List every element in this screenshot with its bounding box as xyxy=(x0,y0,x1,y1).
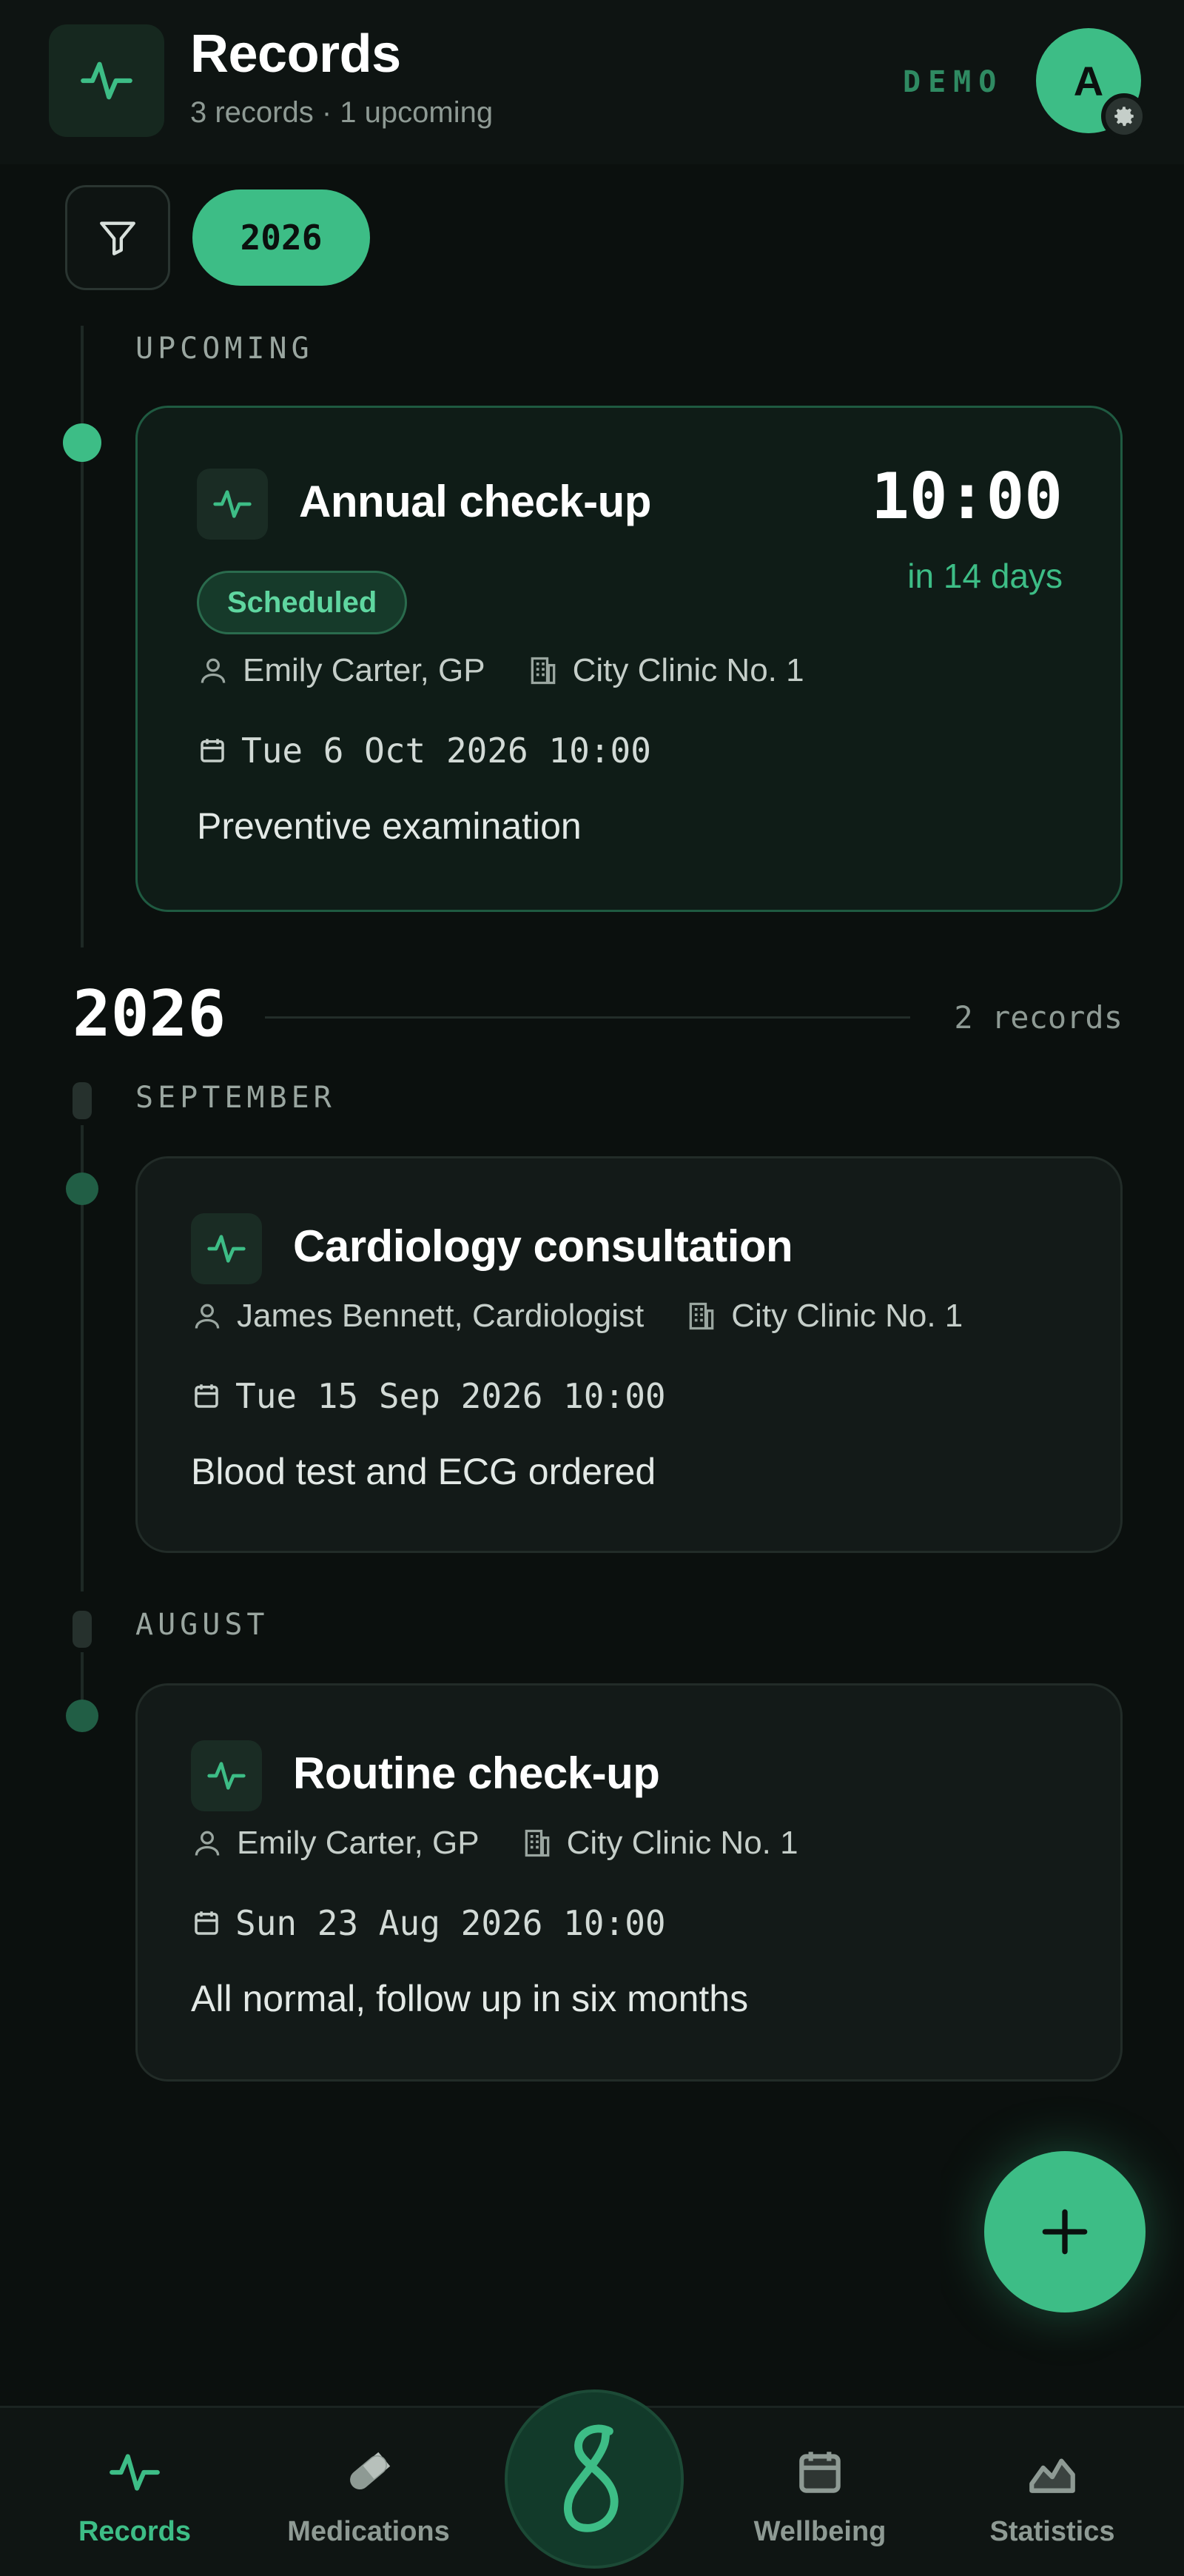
building-icon xyxy=(689,1302,714,1330)
record-clinic: City Clinic No. 1 xyxy=(731,1298,963,1334)
nav-label: Wellbeing xyxy=(753,2516,887,2547)
timeline-month-marker xyxy=(73,1082,92,1119)
nav-item-records[interactable]: Records xyxy=(38,2445,231,2563)
nav-label: Statistics xyxy=(989,2516,1115,2547)
page-subtitle: 3 records · 1 upcoming xyxy=(190,96,494,129)
avatar-initial: A xyxy=(1073,57,1104,104)
person-icon xyxy=(195,1304,220,1329)
building-icon xyxy=(531,657,555,685)
record-date: Tue 15 Sep 2026 10:00 xyxy=(191,1376,666,1416)
record-date: Tue 6 Oct 2026 10:00 xyxy=(197,731,651,771)
record-type-badge xyxy=(191,1740,262,1811)
calendar-icon xyxy=(195,1384,218,1408)
record-card[interactable]: Cardiology consultation James Bennett, C… xyxy=(135,1156,1123,1553)
filter-button[interactable] xyxy=(65,185,170,290)
add-record-button[interactable] xyxy=(984,2151,1146,2312)
settings-button[interactable] xyxy=(1101,93,1147,139)
building-icon xyxy=(525,1829,549,1857)
record-meta: James Bennett, Cardiologist City Clinic … xyxy=(191,1298,963,1335)
record-note: All normal, follow up in six months xyxy=(191,1978,749,2019)
pulse-icon xyxy=(213,490,252,518)
chart-icon xyxy=(1029,2458,1075,2493)
year-heading: 2026 xyxy=(73,977,226,1051)
record-card[interactable]: Routine check-up Emily Carter, GP City C… xyxy=(135,1683,1123,2082)
record-date-text: Tue 6 Oct 2026 10:00 xyxy=(241,731,651,771)
calendar-icon xyxy=(201,739,224,762)
timeline-line xyxy=(81,326,84,947)
record-type-badge xyxy=(197,469,268,540)
pulse-icon xyxy=(81,61,132,100)
nav-item-wellbeing[interactable]: Wellbeing xyxy=(724,2445,916,2563)
record-card-upcoming[interactable]: Annual check-up 10:00 in 14 days Schedul… xyxy=(135,406,1123,912)
records-screen: Records 3 records · 1 upcoming DEMO A 20… xyxy=(0,0,1184,2576)
record-date: Sun 23 Aug 2026 10:00 xyxy=(191,1903,666,1943)
section-label-september: SEPTEMBER xyxy=(135,1081,336,1115)
nav-label: Records xyxy=(78,2516,192,2547)
record-title: Annual check-up xyxy=(299,477,651,526)
nav-item-medications[interactable]: Medications xyxy=(272,2445,465,2563)
timeline-dot xyxy=(63,423,101,462)
record-date-text: Tue 15 Sep 2026 10:00 xyxy=(235,1376,666,1416)
status-badge: Scheduled xyxy=(197,571,408,634)
record-title: Routine check-up xyxy=(293,1748,660,1798)
record-doctor: Emily Carter, GP xyxy=(243,652,485,688)
nav-label: Medications xyxy=(287,2516,450,2547)
nav-center-button[interactable] xyxy=(505,2389,684,2569)
year-divider xyxy=(265,1016,910,1019)
record-doctor: Emily Carter, GP xyxy=(237,1825,480,1861)
record-meta: Emily Carter, GP City Clinic No. 1 xyxy=(191,1825,798,1862)
page-title: Records xyxy=(190,24,401,84)
record-title: Cardiology consultation xyxy=(293,1221,793,1271)
app-header: Records 3 records · 1 upcoming DEMO A xyxy=(0,0,1184,164)
record-meta: Emily Carter, GP City Clinic No. 1 xyxy=(197,652,804,689)
calendar-icon xyxy=(195,1911,218,1935)
record-type-badge xyxy=(191,1213,262,1284)
filter-icon xyxy=(100,221,135,255)
record-date-text: Sun 23 Aug 2026 10:00 xyxy=(235,1903,666,1943)
logo-icon xyxy=(564,2424,619,2532)
gear-icon xyxy=(1114,107,1134,127)
plus-icon xyxy=(1042,2209,1088,2255)
section-label-august: AUGUST xyxy=(135,1608,269,1642)
pulse-icon xyxy=(207,1762,246,1790)
timeline-dot xyxy=(66,1173,98,1205)
pulse-icon xyxy=(110,2454,160,2491)
person-icon xyxy=(195,1831,220,1856)
pulse-icon xyxy=(207,1235,246,1263)
record-clinic: City Clinic No. 1 xyxy=(566,1825,798,1861)
person-icon xyxy=(201,658,226,683)
app-logo xyxy=(49,24,164,137)
calendar-icon xyxy=(799,2452,841,2493)
record-note: Preventive examination xyxy=(197,805,582,847)
record-relative-time: in 14 days xyxy=(907,557,1063,595)
record-doctor: James Bennett, Cardiologist xyxy=(237,1298,645,1334)
timeline-month-marker xyxy=(73,1611,92,1648)
year-filter-chip[interactable]: 2026 xyxy=(192,189,370,286)
nav-item-statistics[interactable]: Statistics xyxy=(956,2445,1148,2563)
record-note: Blood test and ECG ordered xyxy=(191,1451,656,1492)
year-record-count: 2 records xyxy=(954,999,1123,1036)
demo-badge: DEMO xyxy=(903,65,1004,99)
timeline-dot xyxy=(66,1700,98,1732)
record-clinic: City Clinic No. 1 xyxy=(572,652,804,688)
section-label-upcoming: UPCOMING xyxy=(135,332,314,366)
pill-icon xyxy=(350,2452,391,2490)
record-time: 10:00 xyxy=(871,460,1063,534)
